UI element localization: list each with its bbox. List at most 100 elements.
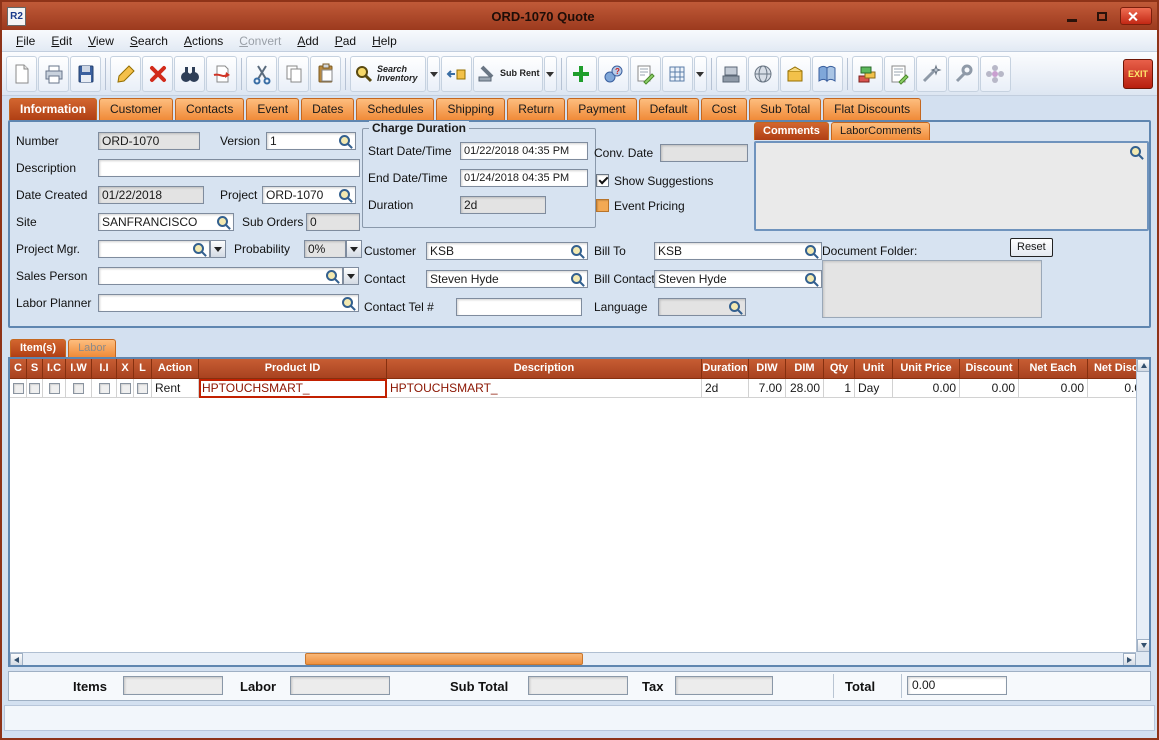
search-icon[interactable] <box>339 134 352 148</box>
globe-button[interactable] <box>747 55 779 92</box>
search-icon[interactable] <box>805 244 818 258</box>
col-action[interactable]: Action <box>152 359 199 379</box>
convert-quote-button[interactable] <box>441 55 472 92</box>
row-checkbox[interactable] <box>29 382 40 394</box>
start-datetime-field[interactable]: 01/22/2018 04:35 PM <box>460 142 588 160</box>
row-checkbox[interactable] <box>73 382 84 394</box>
row-action[interactable]: Rent <box>152 379 199 398</box>
row-cell-ii[interactable] <box>92 379 117 398</box>
row-checkbox[interactable] <box>12 382 24 394</box>
tab-cost[interactable]: Cost <box>700 98 748 120</box>
search-icon[interactable] <box>217 215 230 229</box>
row-checkbox[interactable] <box>48 382 60 394</box>
row-net-disc[interactable]: 0.0 <box>1088 379 1136 398</box>
tab-customer[interactable]: Customer <box>99 98 174 120</box>
menu-pad[interactable]: Pad <box>327 32 364 50</box>
document-folder-area[interactable] <box>822 260 1042 318</box>
tab-labor-comments[interactable]: LaborComments <box>831 122 931 140</box>
comments-textarea[interactable] <box>754 141 1149 231</box>
end-datetime-field[interactable]: 01/24/2018 04:35 PM <box>460 169 588 187</box>
vertical-scrollbar[interactable] <box>1136 359 1149 652</box>
maximize-button[interactable] <box>1090 8 1114 25</box>
row-checkbox[interactable] <box>119 382 131 394</box>
col-dim[interactable]: DIM <box>786 359 824 379</box>
menu-add[interactable]: Add <box>289 32 326 50</box>
tab-default[interactable]: Default <box>638 98 699 120</box>
col-ic[interactable]: I.C <box>43 359 66 379</box>
row-checkbox[interactable] <box>98 382 110 394</box>
contact-field[interactable]: Steven Hyde <box>426 270 588 288</box>
col-ii[interactable]: I.I <box>92 359 117 379</box>
grid-view-dropdown[interactable] <box>693 55 707 92</box>
close-button[interactable] <box>1120 7 1152 25</box>
row-cell-c[interactable] <box>10 379 27 398</box>
col-product-id[interactable]: Product ID <box>199 359 387 379</box>
search-inventory-dropdown[interactable] <box>427 55 440 92</box>
row-checkbox[interactable] <box>137 382 148 394</box>
search-icon[interactable] <box>805 272 818 286</box>
search-icon[interactable] <box>342 296 355 310</box>
search-icon[interactable] <box>1130 146 1143 159</box>
menu-file[interactable]: File <box>8 32 43 50</box>
delete-button[interactable] <box>142 55 173 92</box>
export-button[interactable] <box>206 55 237 92</box>
labor-planner-field[interactable] <box>98 294 359 312</box>
database-button[interactable] <box>851 55 883 92</box>
number-field[interactable]: ORD-1070 <box>98 132 200 150</box>
save-button[interactable] <box>70 55 101 92</box>
col-qty[interactable]: Qty <box>824 359 855 379</box>
sub-orders-field[interactable]: 0 <box>306 213 360 231</box>
bill-to-field[interactable]: KSB <box>654 242 822 260</box>
row-cell-x[interactable] <box>117 379 134 398</box>
row-product-id[interactable]: HPTOUCHSMART_ <box>199 379 387 398</box>
sales-person-field[interactable] <box>98 267 343 285</box>
horizontal-scroll-thumb[interactable] <box>305 653 583 665</box>
tab-return[interactable]: Return <box>507 98 566 120</box>
menu-search[interactable]: Search <box>122 32 176 50</box>
sub-rent-dropdown[interactable] <box>543 55 557 92</box>
event-pricing-checkbox[interactable] <box>596 199 609 212</box>
copy-button[interactable] <box>278 55 309 92</box>
conv-date-field[interactable] <box>660 144 748 162</box>
duration-field[interactable]: 2d <box>460 196 546 214</box>
catalog-button[interactable] <box>811 55 843 92</box>
grid-view-button[interactable] <box>661 55 693 92</box>
customer-field[interactable]: KSB <box>426 242 588 260</box>
scroll-down-button[interactable] <box>1137 639 1149 652</box>
search-icon[interactable] <box>571 244 584 258</box>
cut-button[interactable] <box>246 55 277 92</box>
wand-button[interactable] <box>915 55 947 92</box>
row-qty[interactable]: 1 <box>824 379 855 398</box>
tab-items[interactable]: Item(s) <box>10 339 67 357</box>
show-suggestions-checkbox[interactable] <box>596 174 609 187</box>
edit-schedule-button[interactable] <box>883 55 915 92</box>
tab-payment[interactable]: Payment <box>567 98 637 120</box>
tab-event[interactable]: Event <box>246 98 300 120</box>
search-inventory-button[interactable]: Search Inventory <box>350 55 426 92</box>
new-button[interactable] <box>6 55 37 92</box>
tab-information[interactable]: Information <box>9 98 97 120</box>
menu-view[interactable]: View <box>80 32 122 50</box>
tab-schedules[interactable]: Schedules <box>356 98 435 120</box>
horizontal-scrollbar[interactable] <box>10 652 1136 665</box>
tab-shipping[interactable]: Shipping <box>436 98 506 120</box>
notes-button[interactable] <box>629 55 661 92</box>
tab-dates[interactable]: Dates <box>301 98 355 120</box>
date-created-field[interactable]: 01/22/2018 <box>98 186 204 204</box>
row-cell-l[interactable] <box>134 379 152 398</box>
search-icon[interactable] <box>193 242 206 256</box>
row-unit-price[interactable]: 0.00 <box>893 379 960 398</box>
search-icon[interactable] <box>339 188 352 202</box>
description-field[interactable] <box>98 159 360 177</box>
project-mgr-field[interactable] <box>98 240 210 258</box>
tab-flat-discounts[interactable]: Flat Discounts <box>823 98 922 120</box>
contact-tel-field[interactable] <box>456 298 582 316</box>
options-button[interactable] <box>979 55 1011 92</box>
col-description[interactable]: Description <box>387 359 702 379</box>
edit-button[interactable] <box>110 55 141 92</box>
paste-button[interactable] <box>310 55 341 92</box>
row-description[interactable]: HPTOUCHSMART_ <box>387 379 702 398</box>
row-dim[interactable]: 28.00 <box>786 379 824 398</box>
package-button[interactable] <box>779 55 811 92</box>
col-diw[interactable]: DIW <box>749 359 786 379</box>
